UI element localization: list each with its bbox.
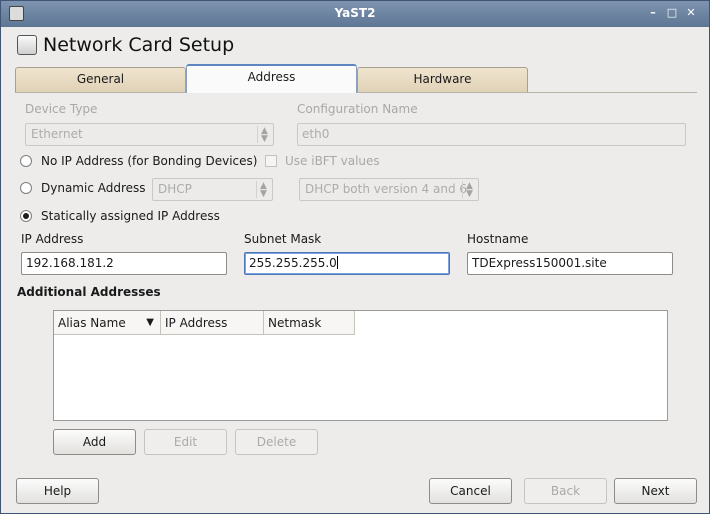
- edit-button-label: Edit: [173, 435, 198, 449]
- use-ibft-checkbox[interactable]: [265, 155, 277, 167]
- tab-hardware-label: Hardware: [413, 72, 472, 86]
- no-ip-label: No IP Address (for Bonding Devices): [41, 154, 258, 168]
- text-cursor: [336, 256, 338, 269]
- configuration-name-label: Configuration Name: [297, 102, 418, 116]
- additional-addresses-title: Additional Addresses: [17, 285, 161, 299]
- page-title: Network Card Setup: [43, 34, 235, 56]
- dhcp-version-value: DHCP both version 4 and 6: [305, 182, 468, 196]
- dhcp-version-combo[interactable]: DHCP both version 4 and 6 ▲ ▼: [299, 178, 479, 201]
- chevron-updown-icon: ▲ ▼: [256, 181, 270, 199]
- subnet-mask-label: Subnet Mask: [244, 232, 322, 246]
- ip-address-field[interactable]: 192.168.181.2: [21, 252, 227, 275]
- dhcp-method-combo[interactable]: DHCP ▲ ▼: [152, 178, 273, 201]
- column-netmask-label: Netmask: [268, 316, 322, 330]
- use-ibft-label: Use iBFT values: [285, 154, 380, 168]
- edit-button[interactable]: Edit: [144, 429, 227, 455]
- configuration-name-field[interactable]: eth0: [297, 123, 686, 146]
- ip-address-label: IP Address: [21, 232, 84, 246]
- yast2-window: YaST2 – □ ✕ Network Card Setup General A…: [0, 0, 710, 514]
- chevron-updown-icon: ▲ ▼: [462, 181, 476, 199]
- tab-general[interactable]: General: [15, 67, 186, 92]
- dynamic-address-radio[interactable]: [20, 182, 32, 194]
- maximize-icon[interactable]: □: [664, 5, 680, 21]
- column-ip-address[interactable]: IP Address: [161, 311, 264, 335]
- device-type-combo[interactable]: Ethernet ▲ ▼: [25, 123, 274, 146]
- back-button-label: Back: [550, 484, 581, 498]
- tab-address-label: Address: [247, 70, 296, 84]
- delete-button[interactable]: Delete: [235, 429, 318, 455]
- minimize-icon[interactable]: –: [645, 5, 661, 21]
- next-button-label: Next: [641, 484, 670, 498]
- add-button[interactable]: Add: [53, 429, 136, 455]
- add-button-label: Add: [82, 435, 107, 449]
- hostname-label: Hostname: [467, 232, 529, 246]
- help-button-label: Help: [43, 484, 72, 498]
- device-type-value: Ethernet: [31, 127, 83, 141]
- device-type-label: Device Type: [25, 102, 98, 116]
- next-button[interactable]: Next: [614, 478, 697, 504]
- column-ip-address-label: IP Address: [165, 316, 228, 330]
- window-title: YaST2: [334, 6, 376, 20]
- configuration-name-value: eth0: [302, 127, 330, 141]
- cancel-button[interactable]: Cancel: [429, 478, 512, 504]
- chevron-updown-icon: ▲ ▼: [257, 126, 271, 144]
- table-header: Alias Name ▼ IP Address Netmask: [54, 311, 355, 335]
- static-address-label: Statically assigned IP Address: [41, 209, 220, 223]
- subnet-mask-field[interactable]: 255.255.255.0: [244, 252, 450, 275]
- tab-general-label: General: [76, 72, 125, 86]
- tab-hardware[interactable]: Hardware: [357, 67, 528, 92]
- column-alias-name-label: Alias Name: [58, 316, 126, 330]
- dynamic-address-label: Dynamic Address: [41, 181, 146, 195]
- column-netmask[interactable]: Netmask: [264, 311, 355, 335]
- help-button[interactable]: Help: [16, 478, 99, 504]
- dhcp-method-value: DHCP: [158, 182, 192, 196]
- ip-address-value: 192.168.181.2: [26, 256, 114, 270]
- additional-addresses-table[interactable]: Alias Name ▼ IP Address Netmask: [53, 310, 668, 421]
- delete-button-label: Delete: [256, 435, 297, 449]
- column-alias-name[interactable]: Alias Name ▼: [54, 311, 161, 335]
- hostname-field[interactable]: TDExpress150001.site: [467, 252, 673, 275]
- static-address-radio[interactable]: [20, 210, 32, 222]
- close-icon[interactable]: ✕: [683, 5, 699, 21]
- subnet-mask-value: 255.255.255.0: [249, 256, 337, 270]
- back-button[interactable]: Back: [524, 478, 607, 504]
- network-card-icon: [17, 35, 37, 55]
- hostname-value: TDExpress150001.site: [472, 256, 607, 270]
- title-bar[interactable]: YaST2 – □ ✕: [1, 1, 709, 27]
- tab-address[interactable]: Address: [186, 64, 357, 93]
- cancel-button-label: Cancel: [450, 484, 491, 498]
- no-ip-radio[interactable]: [20, 155, 32, 167]
- sort-chevron-icon: ▼: [146, 317, 154, 328]
